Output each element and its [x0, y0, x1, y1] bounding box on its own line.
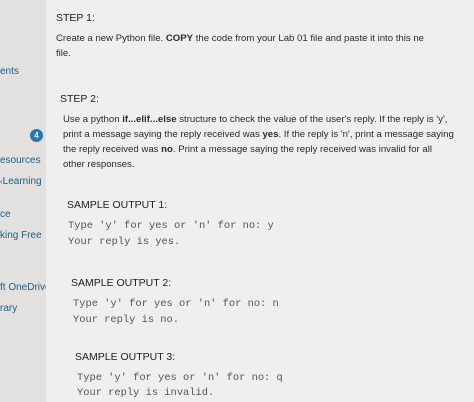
sidebar-item-library[interactable]: rary: [0, 303, 17, 314]
sample1-line1: Type 'y' for yes or 'n' for no: y: [68, 220, 274, 232]
sample1-title: SAMPLE OUTPUT 1:: [67, 199, 168, 211]
sidebar-item-contents[interactable]: ents: [0, 66, 19, 77]
sidebar-item-onedrive[interactable]: ft OneDrive: [0, 282, 51, 293]
step1-text-line2: file.: [56, 48, 71, 59]
main-content: STEP 1: Create a new Python file. COPY t…: [46, 0, 474, 402]
step2-text-line1: Use a python if...elif...else structure …: [63, 114, 448, 125]
sample1-line2: Your reply is yes.: [68, 236, 181, 248]
step2-text-line4: other responses.: [63, 159, 135, 170]
copy-emphasis: COPY: [165, 33, 194, 44]
sidebar-item-resources[interactable]: esources: [0, 155, 41, 166]
sample2-line2: Your reply is no.: [73, 314, 180, 326]
step1-title: STEP 1:: [56, 12, 95, 24]
sample3-line1: Type 'y' for yes or 'n' for no: q: [77, 372, 283, 384]
step2-text-line3: the reply received was no. Print a messa…: [63, 144, 433, 155]
sidebar-item-learning[interactable]: ‹Learning: [0, 176, 42, 187]
sidebar-item-office[interactable]: ce: [0, 209, 11, 220]
step1-text-line1: Create a new Python file. COPY the code …: [56, 33, 424, 44]
step2-title: STEP 2:: [60, 93, 99, 105]
sidebar-item-label: Learning: [2, 176, 42, 187]
sample2-line1: Type 'y' for yes or 'n' for no: n: [73, 298, 279, 310]
sample3-title: SAMPLE OUTPUT 3:: [75, 351, 176, 363]
notification-badge: 4: [30, 129, 43, 142]
course-sidebar: ents 4 esources ‹Learning ce king Free f…: [0, 0, 51, 402]
sample2-title: SAMPLE OUTPUT 2:: [71, 277, 172, 289]
sample3-line2: Your reply is invalid.: [77, 387, 215, 399]
sidebar-item-working-free[interactable]: king Free: [0, 230, 42, 241]
step2-text-line2: print a message saying the reply receive…: [63, 129, 454, 140]
